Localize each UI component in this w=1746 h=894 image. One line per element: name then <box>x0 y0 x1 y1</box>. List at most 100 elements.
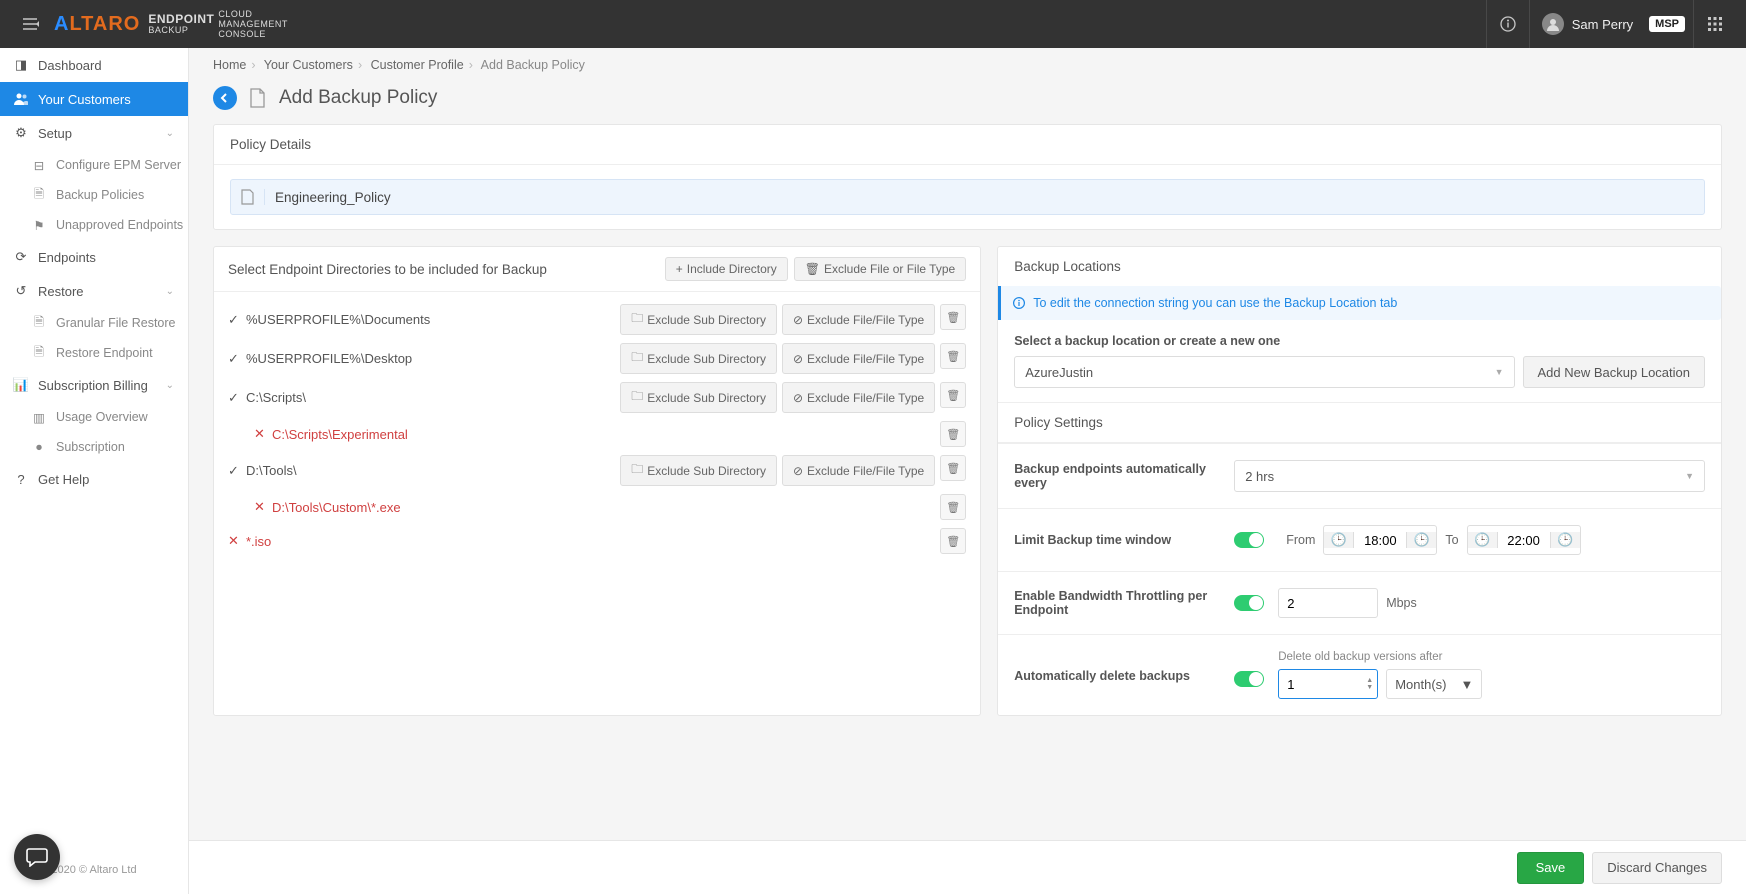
folder-icon: 🗀 <box>631 348 643 369</box>
to-label: To <box>1445 533 1458 547</box>
spin-down-icon[interactable]: ▼ <box>1366 684 1373 691</box>
clock-icon[interactable]: 🕒 <box>1324 532 1354 548</box>
sidebar-sub-configure-epm[interactable]: ⊟ Configure EPM Server <box>0 150 188 180</box>
freq-label: Backup endpoints automatically every <box>1014 462 1234 490</box>
add-location-button[interactable]: Add New Backup Location <box>1523 356 1705 388</box>
exclude-filetype-button[interactable]: ⊘ Exclude File/File Type <box>782 455 935 486</box>
check-icon: ✓ <box>228 463 246 479</box>
window-label: Limit Backup time window <box>1014 533 1234 547</box>
location-select-label: Select a backup location or create a new… <box>1014 334 1705 348</box>
exclude-filetype-button[interactable]: ⊘ Exclude File/File Type <box>782 304 935 335</box>
delete-unit-select[interactable]: Month(s) ▼ <box>1386 669 1482 699</box>
check-icon: ✓ <box>228 351 246 367</box>
chevron-down-icon: ⌄ <box>166 380 174 391</box>
chart-icon: 📊 <box>14 377 28 393</box>
gear-icon: ⚙ <box>14 125 28 141</box>
exclude-filetype-button[interactable]: ⊘ Exclude File/File Type <box>782 382 935 413</box>
user-menu[interactable]: Sam Perry <box>1532 13 1643 35</box>
location-select[interactable]: AzureJustin ▼ <box>1014 356 1514 388</box>
help-icon: ? <box>14 472 28 487</box>
exclude-filetype-button[interactable]: ⊘ Exclude File/File Type <box>782 343 935 374</box>
x-icon: ✕ <box>254 426 272 442</box>
breadcrumb-link[interactable]: Home <box>213 58 246 72</box>
clock-icon[interactable]: 🕒 <box>1550 532 1580 548</box>
freq-select[interactable]: 2 hrs ▼ <box>1234 460 1705 492</box>
document-icon <box>249 88 267 108</box>
policy-name-input[interactable] <box>265 190 1704 205</box>
exclude-file-button[interactable]: 🗑Exclude File or File Type <box>794 257 966 281</box>
breadcrumb-link[interactable]: Your Customers <box>264 58 353 72</box>
user-name: Sam Perry <box>1572 17 1633 32</box>
directory-row: ✕D:\Tools\Custom\*.exe🗑 <box>214 490 980 524</box>
throttle-unit: Mbps <box>1386 596 1417 610</box>
delete-row-button[interactable]: 🗑 <box>940 455 966 481</box>
exclude-subdir-button[interactable]: 🗀 Exclude Sub Directory <box>620 304 777 335</box>
brand-logo: ALTARO ENDPOINT BACKUP CLOUD MANAGEMENT … <box>54 9 288 39</box>
apps-grid-icon[interactable] <box>1696 0 1734 48</box>
auto-delete-toggle[interactable] <box>1234 671 1264 687</box>
from-label: From <box>1286 533 1315 547</box>
include-directory-button[interactable]: +Include Directory <box>665 257 788 281</box>
exclude-subdir-button[interactable]: 🗀 Exclude Sub Directory <box>620 382 777 413</box>
directory-path: C:\Scripts\Experimental <box>272 427 940 442</box>
caret-down-icon: ▼ <box>1460 677 1473 692</box>
folder-icon: 🗀 <box>631 460 643 481</box>
directory-path: *.iso <box>246 534 940 549</box>
sidebar-sub-unapproved[interactable]: ⚑ Unapproved Endpoints <box>0 210 188 240</box>
delete-row-button[interactable]: 🗑 <box>940 304 966 330</box>
clock-icon[interactable]: 🕒 <box>1468 532 1498 548</box>
policy-details-header: Policy Details <box>214 125 1721 165</box>
caret-down-icon: ▼ <box>1685 471 1694 481</box>
breadcrumb-link[interactable]: Customer Profile <box>371 58 464 72</box>
delete-value-input[interactable]: ▲▼ <box>1278 669 1378 699</box>
sidebar-item-restore[interactable]: ↺ Restore ⌄ <box>0 274 188 308</box>
clock-icon[interactable]: 🕒 <box>1406 532 1436 548</box>
info-icon <box>1013 297 1025 309</box>
discard-button[interactable]: Discard Changes <box>1592 852 1722 884</box>
auto-delete-label: Automatically delete backups <box>1014 651 1234 683</box>
chevron-down-icon: ⌄ <box>166 286 174 297</box>
info-icon[interactable] <box>1489 0 1527 48</box>
sidebar-sub-restore-endpoint[interactable]: 🗎 Restore Endpoint <box>0 338 188 368</box>
exclude-subdir-button[interactable]: 🗀 Exclude Sub Directory <box>620 343 777 374</box>
delete-row-button[interactable]: 🗑 <box>940 421 966 447</box>
save-button[interactable]: Save <box>1517 852 1585 884</box>
document-icon: 🗎 <box>32 185 46 206</box>
delete-row-button[interactable]: 🗑 <box>940 382 966 408</box>
delete-row-button[interactable]: 🗑 <box>940 494 966 520</box>
throttle-toggle[interactable] <box>1234 595 1264 611</box>
sidebar-collapse-button[interactable] <box>12 18 50 30</box>
chat-fab[interactable] <box>14 834 60 880</box>
throttle-input[interactable] <box>1278 588 1378 618</box>
x-icon: ✕ <box>228 533 246 549</box>
check-icon: ✓ <box>228 312 246 328</box>
msp-badge: MSP <box>1649 16 1685 32</box>
sidebar-item-setup[interactable]: ⚙ Setup ⌄ <box>0 116 188 150</box>
sidebar-item-billing[interactable]: 📊 Subscription Billing ⌄ <box>0 368 188 402</box>
info-banner: To edit the connection string you can us… <box>998 286 1721 320</box>
from-time-input[interactable] <box>1354 533 1406 548</box>
exclude-subdir-button[interactable]: 🗀 Exclude Sub Directory <box>620 455 777 486</box>
delete-row-button[interactable]: 🗑 <box>940 528 966 554</box>
breadcrumb: Home› Your Customers› Customer Profile› … <box>189 48 1746 82</box>
back-button[interactable] <box>213 86 237 110</box>
avatar <box>1542 13 1564 35</box>
delete-row-button[interactable]: 🗑 <box>940 343 966 369</box>
sidebar-item-customers[interactable]: Your Customers <box>0 82 188 116</box>
dot-icon: ● <box>32 440 46 454</box>
to-time-input[interactable] <box>1498 533 1550 548</box>
sidebar-item-help[interactable]: ? Get Help <box>0 462 188 496</box>
sidebar-sub-granular-restore[interactable]: 🗎 Granular File Restore <box>0 308 188 338</box>
window-toggle[interactable] <box>1234 532 1264 548</box>
chevron-down-icon: ⌄ <box>166 128 174 139</box>
directory-row: ✓D:\Tools\🗀 Exclude Sub Directory⊘ Exclu… <box>214 451 980 490</box>
breadcrumb-current: Add Backup Policy <box>481 58 585 72</box>
sidebar-item-dashboard[interactable]: ◨ Dashboard <box>0 48 188 82</box>
sidebar-item-endpoints[interactable]: ⟳ Endpoints <box>0 240 188 274</box>
spin-up-icon[interactable]: ▲ <box>1366 677 1373 684</box>
document-icon <box>231 189 265 205</box>
sidebar-sub-backup-policies[interactable]: 🗎 Backup Policies <box>0 180 188 210</box>
document-icon: 🗎 <box>32 343 46 364</box>
sidebar-sub-subscription[interactable]: ● Subscription <box>0 432 188 462</box>
sidebar-sub-usage[interactable]: ▥ Usage Overview <box>0 402 188 432</box>
